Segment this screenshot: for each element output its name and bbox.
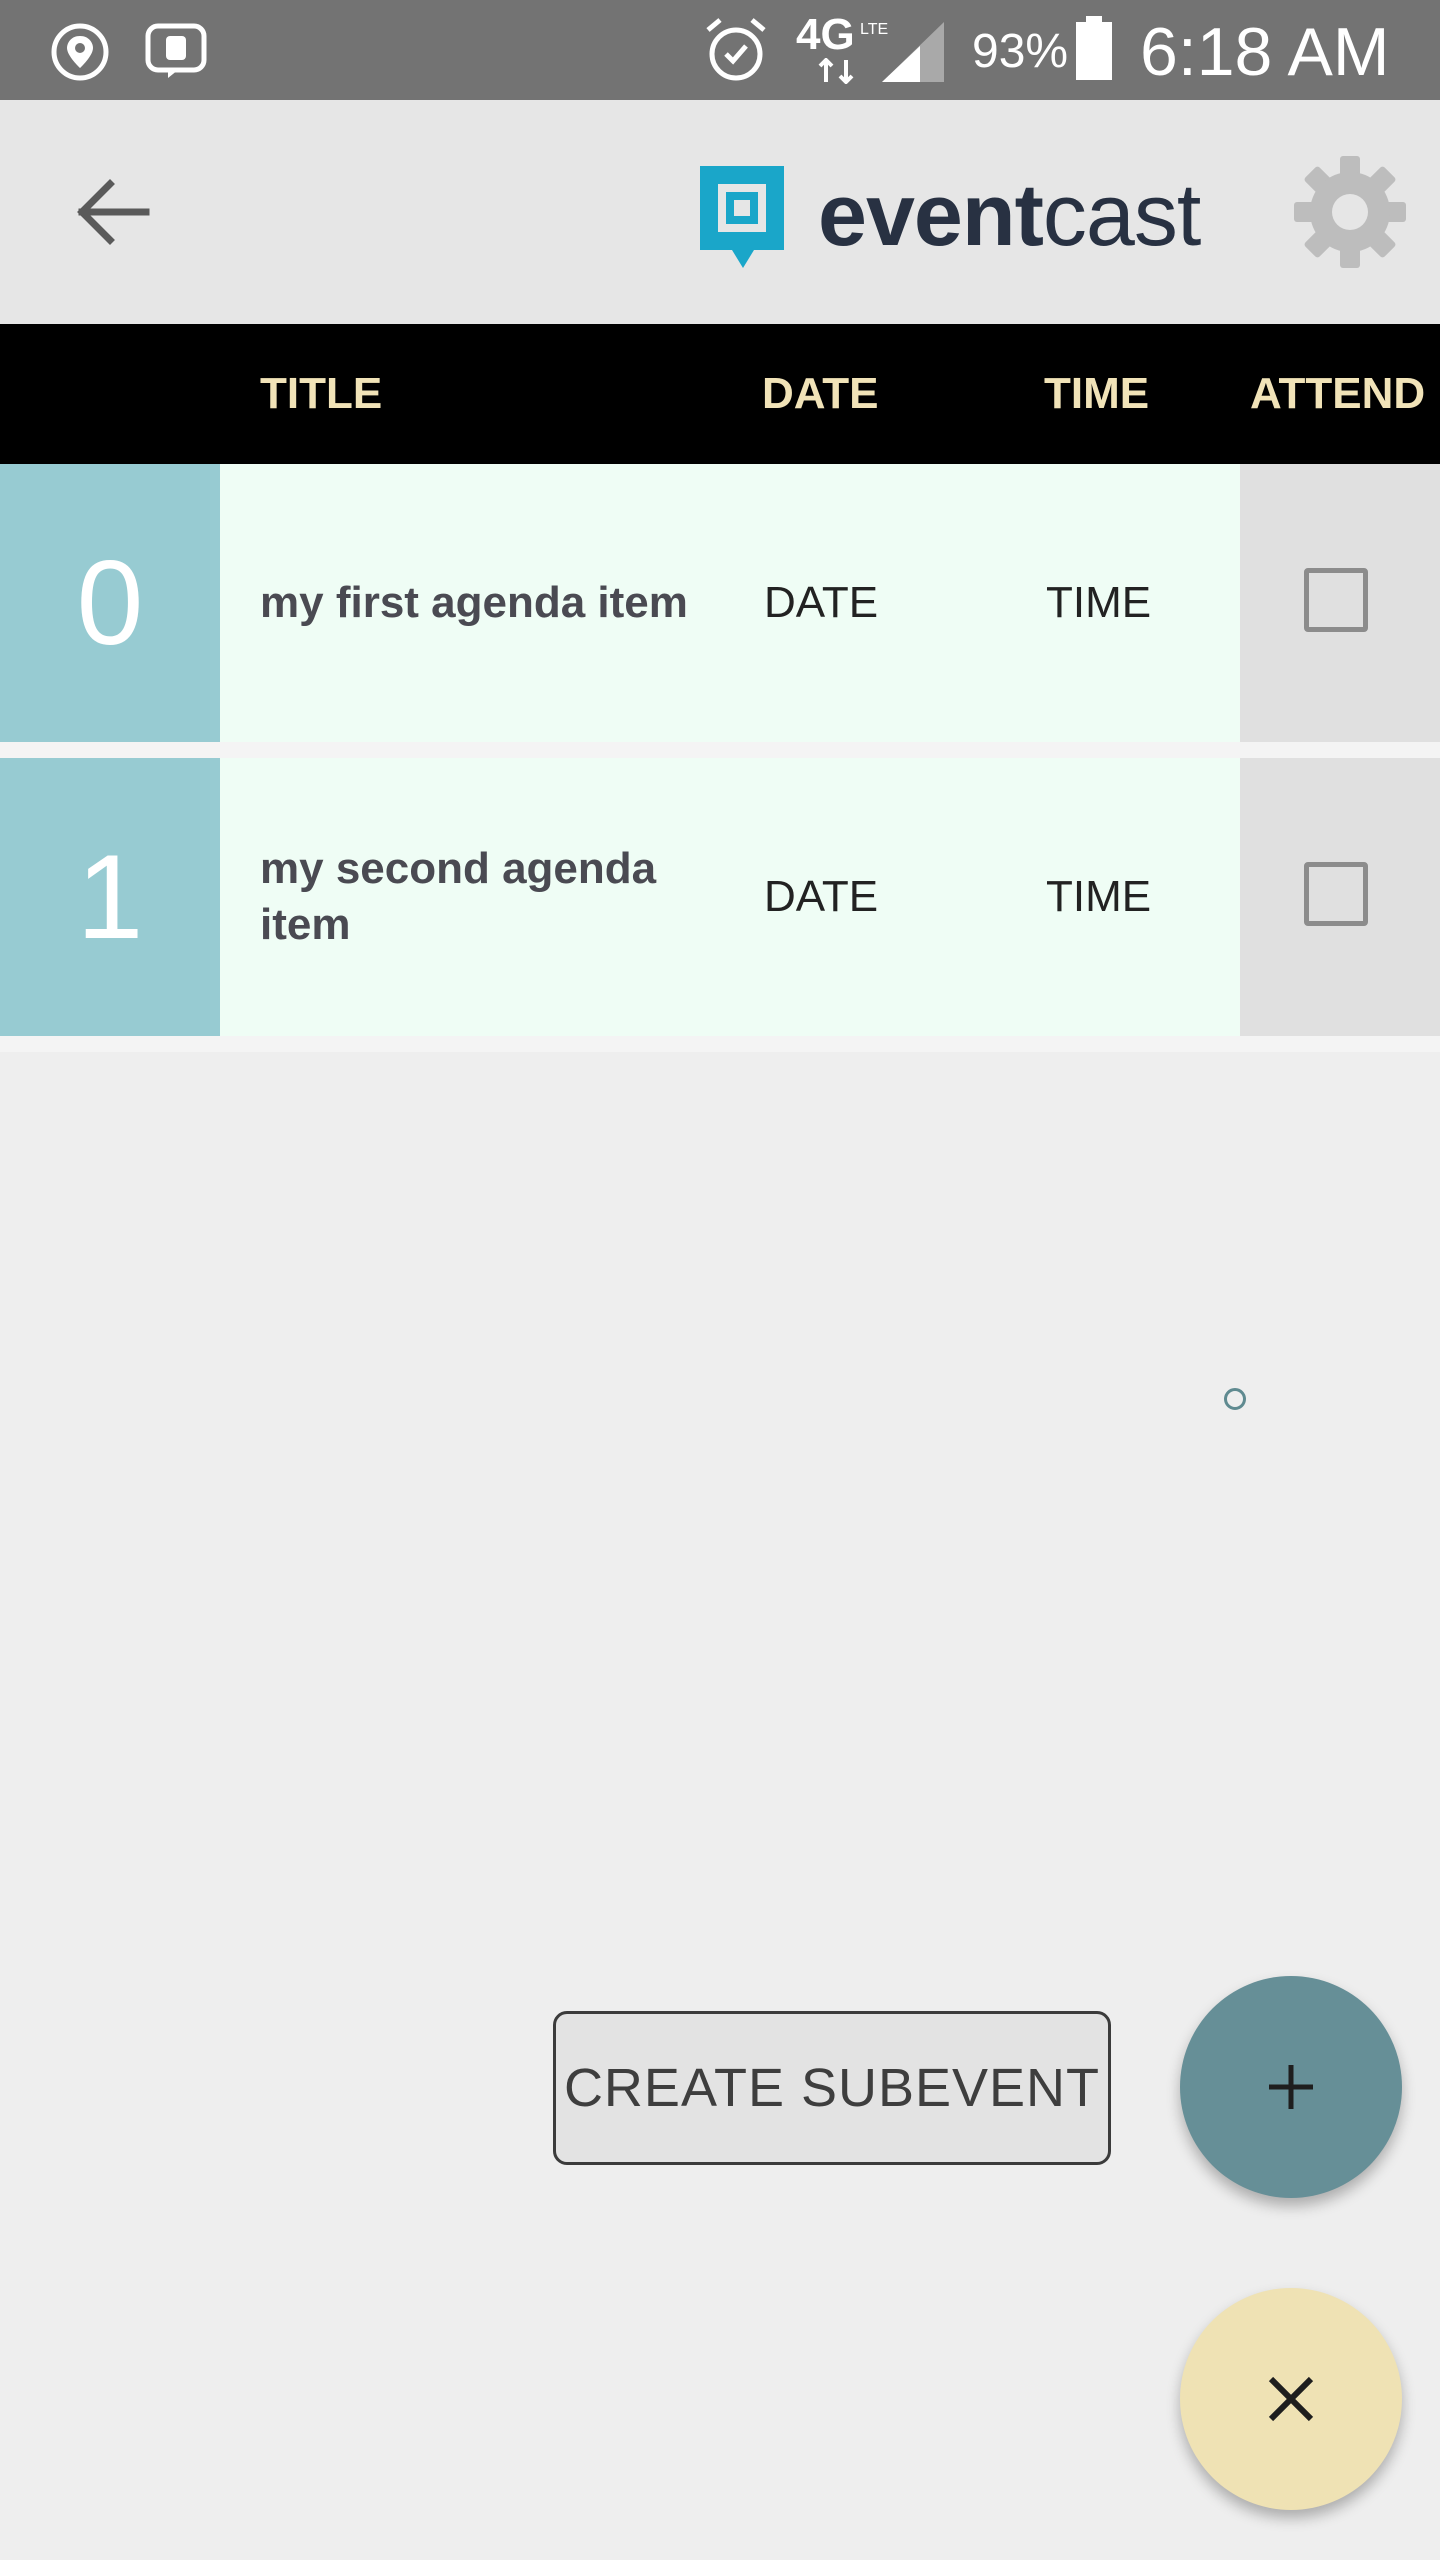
agenda-row[interactable]: 0 my first agenda item DATE TIME	[0, 464, 1440, 742]
signal-icon	[882, 22, 944, 82]
location-icon	[51, 23, 109, 81]
voicemail-icon	[145, 23, 207, 78]
app-bar: eventcast	[0, 100, 1440, 324]
header-date: DATE	[762, 369, 879, 418]
battery-icon	[1076, 16, 1112, 80]
create-subevent-button[interactable]: CREATE SUBEVENT	[553, 2011, 1111, 2165]
eventcast-logo-icon	[700, 166, 784, 268]
plus-icon	[1269, 2065, 1313, 2109]
settings-button[interactable]	[1290, 152, 1410, 272]
header-attend: ATTEND	[1250, 369, 1426, 418]
row-attend-cell	[1240, 464, 1440, 742]
attend-checkbox[interactable]	[1304, 862, 1368, 926]
row-time: TIME	[1046, 872, 1152, 921]
row-attend-cell	[1240, 758, 1440, 1036]
header-title: TITLE	[260, 369, 383, 418]
agenda-row[interactable]: 1 my second agenda item DATE TIME	[0, 758, 1440, 1036]
battery-percent: 93%	[972, 25, 1069, 78]
row-time: TIME	[1046, 578, 1152, 627]
close-icon	[1268, 2376, 1314, 2422]
touch-indicator-dot	[1224, 1388, 1246, 1410]
row-index: 1	[0, 758, 220, 1036]
back-arrow-icon	[77, 179, 150, 245]
row-title: my first agenda item	[260, 578, 688, 627]
row-divider	[0, 742, 1440, 758]
back-button[interactable]	[60, 160, 164, 264]
header-time: TIME	[1044, 369, 1150, 418]
network-4g-label: 4G	[796, 10, 855, 59]
row-date: DATE	[764, 872, 879, 921]
row-index: 0	[0, 464, 220, 742]
gear-icon	[1294, 156, 1406, 268]
row-divider	[0, 1036, 1440, 1052]
row-title: my second agenda item	[260, 844, 657, 949]
row-body: my second agenda item DATE TIME	[220, 758, 1240, 1036]
clock: 6:18 AM	[1140, 14, 1390, 90]
eventcast-logo-text: eventcast	[818, 170, 1201, 260]
row-date: DATE	[764, 578, 879, 627]
status-bar: 4G LTE 93% 6:18 AM	[0, 0, 1440, 100]
logo-text-bold: event	[818, 165, 1044, 264]
row-body: my first agenda item DATE TIME	[220, 464, 1240, 742]
add-button[interactable]	[1180, 1976, 1402, 2198]
agenda-table-header: TITLE DATE TIME ATTEND	[0, 324, 1440, 464]
logo-text-light: cast	[1042, 165, 1201, 264]
alarm-icon	[706, 18, 766, 81]
attend-checkbox[interactable]	[1304, 568, 1368, 632]
network-4g-lte-icon	[818, 58, 854, 84]
close-button[interactable]	[1180, 2288, 1402, 2510]
